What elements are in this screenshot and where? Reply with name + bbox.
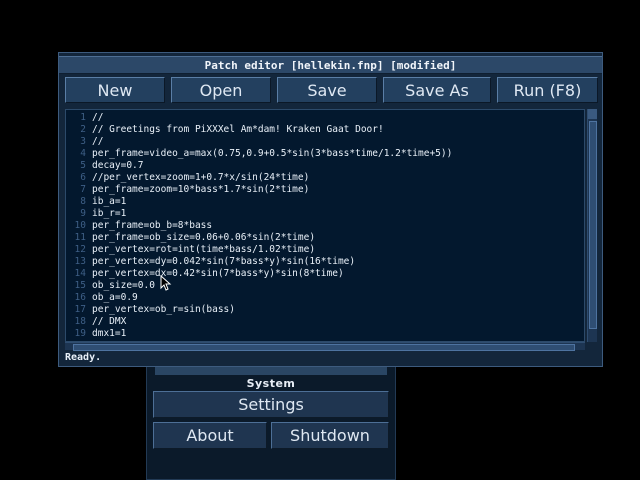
code-text[interactable]: decay=0.7: [92, 160, 143, 172]
status-bar: Ready.: [65, 352, 102, 363]
shutdown-button[interactable]: Shutdown: [271, 422, 389, 449]
code-text[interactable]: ib_r=1: [92, 208, 126, 220]
line-number: 8: [80, 196, 86, 207]
code-text[interactable]: per_vertex=dx=0.42*sin(7*bass*y)*sin(8*t…: [92, 268, 344, 280]
system-menu-panel: System Settings About Shutdown: [146, 357, 396, 480]
line-number: 16: [74, 292, 86, 303]
vertical-scroll-thumb[interactable]: [589, 121, 597, 329]
code-text[interactable]: per_frame=ob_size=0.06+0.06*sin(2*time): [92, 232, 315, 244]
code-text[interactable]: per_vertex=dy=0.042*sin(7*bass*y)*sin(16…: [92, 256, 355, 268]
about-button[interactable]: About: [153, 422, 267, 449]
line-number: 18: [74, 316, 86, 327]
code-editor[interactable]: 1 // 2 // Greetings from PiXXXel Am*dam! Kr…: [65, 109, 585, 342]
code-text[interactable]: ob_a=0.9: [92, 292, 138, 304]
vertical-scrollbar[interactable]: [587, 109, 597, 342]
code-text[interactable]: dmx1=1: [92, 328, 126, 340]
line-number: 5: [80, 160, 86, 171]
code-text[interactable]: per_vertex=ob_r=sin(bass): [92, 304, 235, 316]
line-number: 1: [80, 112, 86, 123]
code-text[interactable]: per_frame=ob_b=8*bass: [92, 220, 212, 232]
code-line[interactable]: 18 // DMX: [66, 316, 584, 328]
code-text[interactable]: per_frame=zoom=10*bass*1.7*sin(2*time): [92, 184, 309, 196]
code-text[interactable]: //: [92, 136, 103, 148]
line-number: 10: [74, 220, 86, 231]
code-line[interactable]: 19 dmx1=1: [66, 328, 584, 340]
code-line[interactable]: 12 per_vertex=rot=int(time*bass/1.02*time…: [66, 244, 584, 256]
code-text[interactable]: // Greetings from PiXXXel Am*dam! Kraken…: [92, 124, 384, 136]
code-line[interactable]: 3 //: [66, 136, 584, 148]
mouse-pointer-icon: [160, 274, 172, 295]
code-text[interactable]: //per_vertex=zoom=1+0.7*x/sin(24*time): [92, 172, 309, 184]
line-number: 11: [74, 232, 86, 243]
line-number: 13: [74, 256, 86, 267]
code-line[interactable]: 7 per_frame=zoom=10*bass*1.7*sin(2*time): [66, 184, 584, 196]
scroll-up-arrow-icon[interactable]: [588, 109, 597, 119]
code-line[interactable]: 4 per_frame=video_a=max(0.75,0.9+0.5*sin(…: [66, 148, 584, 160]
settings-button[interactable]: Settings: [153, 391, 389, 418]
line-number: 7: [80, 184, 86, 195]
code-line[interactable]: 9 ib_r=1: [66, 208, 584, 220]
horizontal-scroll-thumb[interactable]: [73, 344, 575, 351]
code-line[interactable]: 10 per_frame=ob_b=8*bass: [66, 220, 584, 232]
save-as-button[interactable]: Save As: [383, 77, 491, 103]
code-text[interactable]: per_vertex=rot=int(time*bass/1.02*time): [92, 244, 315, 256]
new-button[interactable]: New: [65, 77, 165, 103]
code-text[interactable]: // DMX: [92, 316, 126, 328]
code-line[interactable]: 5 decay=0.7: [66, 160, 584, 172]
patch-editor-window: Patch editor [hellekin.fnp] [modified] N…: [58, 52, 603, 367]
line-number: 12: [74, 244, 86, 255]
horizontal-scrollbar[interactable]: [65, 342, 585, 351]
line-number: 6: [80, 172, 86, 183]
code-line[interactable]: 15 ob_size=0.0: [66, 280, 584, 292]
line-number: 15: [74, 280, 86, 291]
line-number: 19: [74, 328, 86, 339]
code-text[interactable]: ob_size=0.0: [92, 280, 155, 292]
code-text[interactable]: ib_a=1: [92, 196, 126, 208]
line-number: 4: [80, 148, 86, 159]
open-button[interactable]: Open: [171, 77, 271, 103]
code-line[interactable]: 1 //: [66, 112, 584, 124]
line-number: 2: [80, 124, 86, 135]
editor-toolbar: New Open Save Save As Run (F8): [65, 77, 598, 103]
line-number: 3: [80, 136, 86, 147]
line-number: 17: [74, 304, 86, 315]
code-line[interactable]: 16 ob_a=0.9: [66, 292, 584, 304]
code-text[interactable]: per_frame=video_a=max(0.75,0.9+0.5*sin(3…: [92, 148, 452, 160]
code-line[interactable]: 2 // Greetings from PiXXXel Am*dam! Krake…: [66, 124, 584, 136]
code-line[interactable]: 6 //per_vertex=zoom=1+0.7*x/sin(24*time): [66, 172, 584, 184]
system-section-label: System: [246, 377, 296, 390]
save-button[interactable]: Save: [277, 77, 377, 103]
code-line[interactable]: 13 per_vertex=dy=0.042*sin(7*bass*y)*sin(…: [66, 256, 584, 268]
code-text[interactable]: //: [92, 112, 103, 124]
code-line[interactable]: 14 per_vertex=dx=0.42*sin(7*bass*y)*sin(8…: [66, 268, 584, 280]
run-button[interactable]: Run (F8): [497, 77, 598, 103]
window-title[interactable]: Patch editor [hellekin.fnp] [modified]: [59, 56, 602, 74]
code-line[interactable]: 11 per_frame=ob_size=0.06+0.06*sin(2*time…: [66, 232, 584, 244]
code-line[interactable]: 17 per_vertex=ob_r=sin(bass): [66, 304, 584, 316]
code-line[interactable]: 8 ib_a=1: [66, 196, 584, 208]
line-number: 14: [74, 268, 86, 279]
line-number: 9: [80, 208, 86, 219]
